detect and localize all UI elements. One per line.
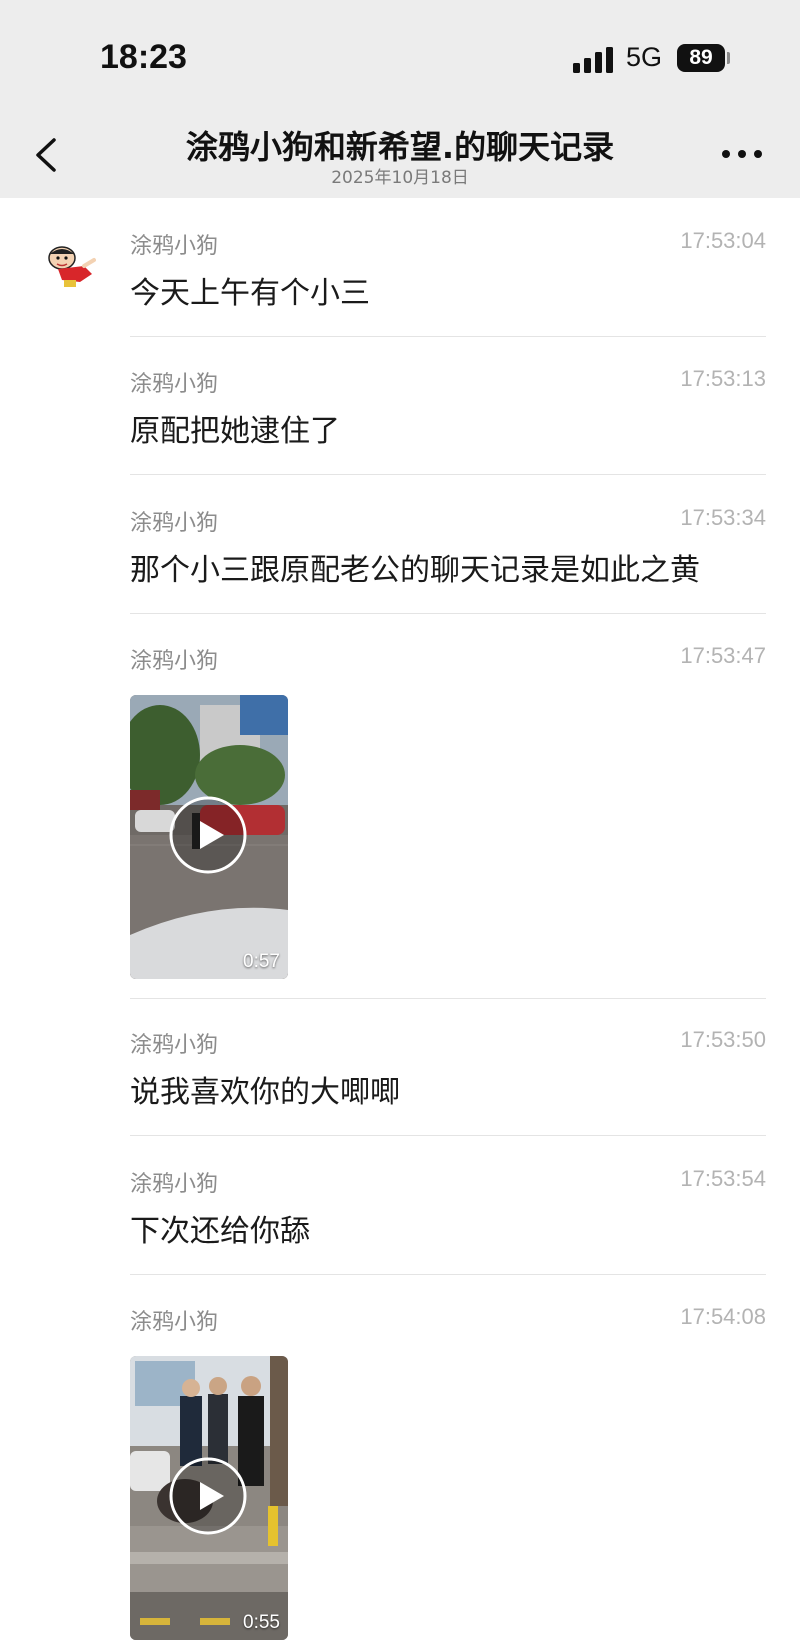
sender-name: 涂鸦小狗 [130,372,219,397]
message-time: 17:53:34 [680,505,766,530]
divider [130,613,766,614]
divider [130,1274,766,1275]
play-icon[interactable] [168,1456,248,1536]
message-time: 17:53:04 [680,228,766,253]
message-time: 17:53:54 [680,1166,766,1191]
battery-icon: 89 [677,44,725,72]
sender-name: 涂鸦小狗 [130,1310,219,1335]
message-item: 涂鸦小狗 17:53:04 今天上午有个小三 [130,228,766,318]
message-time: 17:53:50 [680,1027,766,1052]
avatar[interactable] [44,244,96,290]
divider [130,1135,766,1136]
video-duration: 0:55 [243,1612,280,1633]
message-text: 今天上午有个小三 [130,276,370,311]
message-item: 涂鸦小狗 17:53:50 说我喜欢你的大唧唧 [130,1027,766,1117]
video-thumbnail[interactable]: 0:55 [130,1356,288,1640]
battery-tip [727,52,730,64]
message-text: 下次还给你舔 [130,1214,310,1249]
message-item: 涂鸦小狗 17:53:54 下次还给你舔 [130,1166,766,1256]
network-label: 5G [626,42,663,72]
status-time: 18:23 [100,38,187,76]
header: 18:23 5G 89 涂鸦小狗和新希望.的聊天记录 2025年10月18日 [0,0,800,198]
divider [130,336,766,337]
play-icon[interactable] [168,795,248,875]
more-icon[interactable] [718,142,768,166]
message-item: 涂鸦小狗 17:53:13 原配把她逮住了 [130,366,766,456]
page-title: 涂鸦小狗和新希望.的聊天记录 [185,128,615,166]
page-subtitle: 2025年10月18日 [331,168,469,188]
video-duration: 0:57 [243,951,280,972]
divider [130,474,766,475]
sender-name: 涂鸦小狗 [130,511,219,536]
message-item: 涂鸦小狗 17:53:34 那个小三跟原配老公的聊天记录是如此之黄 [130,505,766,595]
message-item: 涂鸦小狗 17:54:08 0:55 [130,1304,766,1640]
message-text: 那个小三跟原配老公的聊天记录是如此之黄 [130,553,700,588]
message-text: 说我喜欢你的大唧唧 [130,1075,400,1110]
message-time: 17:53:13 [680,366,766,391]
sender-name: 涂鸦小狗 [130,649,219,674]
divider [130,998,766,999]
sender-name: 涂鸦小狗 [130,1033,219,1058]
sender-name: 涂鸦小狗 [130,1172,219,1197]
message-item: 涂鸦小狗 17:53:47 0:57 [130,643,766,983]
sender-name: 涂鸦小狗 [130,234,219,259]
signal-icon [573,47,613,73]
video-thumbnail[interactable]: 0:57 [130,695,288,979]
message-time: 17:54:08 [680,1304,766,1329]
message-text: 原配把她逮住了 [130,414,340,449]
message-time: 17:53:47 [680,643,766,668]
